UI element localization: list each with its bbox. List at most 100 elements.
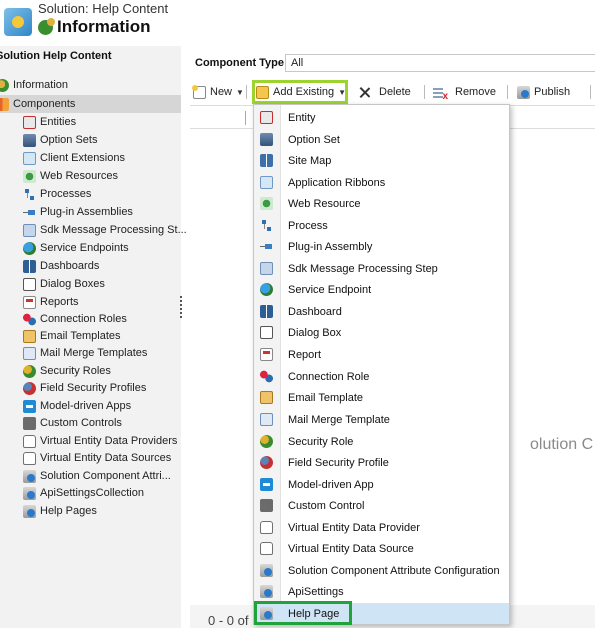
nav-item-client-extensions[interactable]: Client Extensions bbox=[0, 149, 204, 167]
publish-button[interactable]: Publish bbox=[517, 83, 570, 101]
plugin-assembly-icon bbox=[23, 205, 36, 219]
menu-item-application-ribbons[interactable]: Application Ribbons bbox=[254, 172, 509, 193]
nav-item-label: Service Endpoints bbox=[40, 242, 129, 254]
nav-item-label: Components bbox=[13, 98, 76, 110]
menu-item-label: Model-driven App bbox=[288, 478, 374, 491]
nav-item-help-pages[interactable]: Help Pages bbox=[0, 502, 204, 520]
components-icon bbox=[0, 97, 9, 111]
add-existing-menu: Entity Option Set Site Map Application R… bbox=[253, 104, 510, 625]
nav-item-virtual-entity-providers[interactable]: Virtual Entity Data Providers bbox=[0, 432, 204, 450]
menu-item-label: Site Map bbox=[288, 154, 332, 167]
virtual-entity-provider-icon bbox=[23, 434, 36, 448]
delete-icon bbox=[358, 86, 371, 99]
nav-item-virtual-entity-sources[interactable]: Virtual Entity Data Sources bbox=[0, 449, 204, 467]
page-title: Information bbox=[38, 17, 151, 37]
pane-splitter[interactable] bbox=[180, 296, 182, 318]
nav-item-email-templates[interactable]: Email Templates bbox=[0, 327, 204, 345]
publish-icon bbox=[517, 85, 530, 99]
menu-item-label: Connection Role bbox=[288, 370, 370, 383]
solution-subtitle: Solution: Help Content bbox=[38, 1, 169, 16]
nav-item-mail-merge-templates[interactable]: Mail Merge Templates bbox=[0, 344, 204, 362]
option-set-icon bbox=[260, 133, 273, 146]
field-security-icon bbox=[23, 381, 36, 395]
nav-item-dialog-boxes[interactable]: Dialog Boxes bbox=[0, 275, 204, 293]
component-type-select[interactable]: All bbox=[285, 54, 595, 72]
nav-item-dashboards[interactable]: Dashboards bbox=[0, 257, 204, 275]
menu-item-label: Email Template bbox=[288, 391, 363, 404]
menu-item-mail-merge-template[interactable]: Mail Merge Template bbox=[254, 409, 509, 430]
custom-control-icon bbox=[260, 499, 273, 512]
nav-item-processes[interactable]: Processes bbox=[0, 185, 204, 203]
new-button[interactable]: New ▼ bbox=[192, 83, 244, 101]
menu-item-report[interactable]: Report bbox=[254, 344, 509, 365]
virtual-entity-source-icon bbox=[260, 542, 273, 555]
field-security-icon bbox=[260, 456, 273, 469]
menu-item-security-role[interactable]: Security Role bbox=[254, 431, 509, 452]
menu-item-label: Entity bbox=[288, 111, 316, 124]
menu-item-service-endpoint[interactable]: Service Endpoint bbox=[254, 279, 509, 300]
entity-icon bbox=[260, 111, 273, 124]
background-text: olution C bbox=[530, 436, 594, 453]
nav-item-entities[interactable]: Entities bbox=[0, 113, 204, 131]
window-header: Solution: Help Content Information bbox=[0, 0, 186, 46]
menu-item-connection-role[interactable]: Connection Role bbox=[254, 366, 509, 387]
menu-item-plugin-assembly[interactable]: Plug-in Assembly bbox=[254, 236, 509, 257]
toolbar-divider bbox=[590, 85, 591, 99]
menu-item-sdk-message-processing-step[interactable]: Sdk Message Processing Step bbox=[254, 258, 509, 279]
menu-item-email-template[interactable]: Email Template bbox=[254, 387, 509, 408]
menu-item-dialog-box[interactable]: Dialog Box bbox=[254, 322, 509, 343]
delete-button[interactable]: Delete bbox=[358, 83, 411, 101]
menu-item-custom-control[interactable]: Custom Control bbox=[254, 495, 509, 516]
nav-item-service-endpoints[interactable]: Service Endpoints bbox=[0, 239, 204, 257]
menu-item-web-resource[interactable]: Web Resource bbox=[254, 193, 509, 214]
nav-item-api-settings-collection[interactable]: ApiSettingsCollection bbox=[0, 484, 204, 502]
menu-item-model-driven-app[interactable]: Model-driven App bbox=[254, 474, 509, 495]
menu-item-option-set[interactable]: Option Set bbox=[254, 129, 509, 150]
menu-item-label: Virtual Entity Data Provider bbox=[288, 521, 420, 534]
nav-item-components[interactable]: Components bbox=[0, 95, 181, 113]
information-icon bbox=[0, 78, 9, 92]
plugin-assembly-icon bbox=[260, 240, 273, 253]
nav-item-label: Entities bbox=[40, 116, 77, 128]
virtual-entity-provider-icon bbox=[260, 521, 273, 534]
nav-item-custom-controls[interactable]: Custom Controls bbox=[0, 414, 204, 432]
nav-item-reports[interactable]: Reports bbox=[0, 293, 204, 311]
nav-item-label: Mail Merge Templates bbox=[40, 347, 148, 359]
nav-item-label: Field Security Profiles bbox=[40, 382, 147, 394]
menu-item-process[interactable]: Process bbox=[254, 215, 509, 236]
menu-item-label: Web Resource bbox=[288, 197, 361, 210]
left-navigation: Solution Help Content Information Compon… bbox=[0, 46, 187, 628]
nav-item-label: Email Templates bbox=[40, 330, 121, 342]
menu-item-dashboard[interactable]: Dashboard bbox=[254, 301, 509, 322]
security-role-icon bbox=[260, 435, 273, 448]
site-map-icon bbox=[260, 154, 273, 167]
dashboard-icon bbox=[23, 259, 36, 273]
nav-item-connection-roles[interactable]: Connection Roles bbox=[0, 310, 204, 328]
information-icon bbox=[38, 17, 55, 35]
menu-item-virtual-entity-data-provider[interactable]: Virtual Entity Data Provider bbox=[254, 517, 509, 538]
model-driven-app-icon bbox=[23, 399, 36, 413]
nav-item-model-driven-apps[interactable]: Model-driven Apps bbox=[0, 397, 204, 415]
menu-item-label: Mail Merge Template bbox=[288, 413, 390, 426]
web-resource-icon bbox=[260, 197, 273, 210]
new-icon bbox=[192, 84, 206, 99]
nav-item-option-sets[interactable]: Option Sets bbox=[0, 131, 204, 149]
menu-item-virtual-entity-data-source[interactable]: Virtual Entity Data Source bbox=[254, 538, 509, 559]
help-page-highlight bbox=[254, 601, 352, 625]
menu-item-site-map[interactable]: Site Map bbox=[254, 150, 509, 171]
nav-item-label: Connection Roles bbox=[40, 313, 127, 325]
remove-button[interactable]: Remove bbox=[433, 83, 496, 102]
menu-item-api-settings[interactable]: ApiSettings bbox=[254, 581, 509, 602]
nav-item-security-roles[interactable]: Security Roles bbox=[0, 362, 204, 380]
remove-icon bbox=[433, 85, 448, 102]
nav-item-field-security-profiles[interactable]: Field Security Profiles bbox=[0, 379, 204, 397]
nav-item-sdk-message-processing[interactable]: Sdk Message Processing St... bbox=[0, 221, 204, 239]
menu-item-entity[interactable]: Entity bbox=[254, 107, 509, 128]
client-extensions-icon bbox=[23, 151, 36, 165]
nav-item-information[interactable]: Information bbox=[0, 76, 177, 94]
nav-item-solution-component-attributes[interactable]: Solution Component Attri... bbox=[0, 467, 204, 485]
nav-item-web-resources[interactable]: Web Resources bbox=[0, 167, 204, 185]
menu-item-solution-component-attribute-configuration[interactable]: Solution Component Attribute Configurati… bbox=[254, 560, 509, 581]
nav-item-plugin-assemblies[interactable]: Plug-in Assemblies bbox=[0, 203, 204, 221]
menu-item-field-security-profile[interactable]: Field Security Profile bbox=[254, 452, 509, 473]
